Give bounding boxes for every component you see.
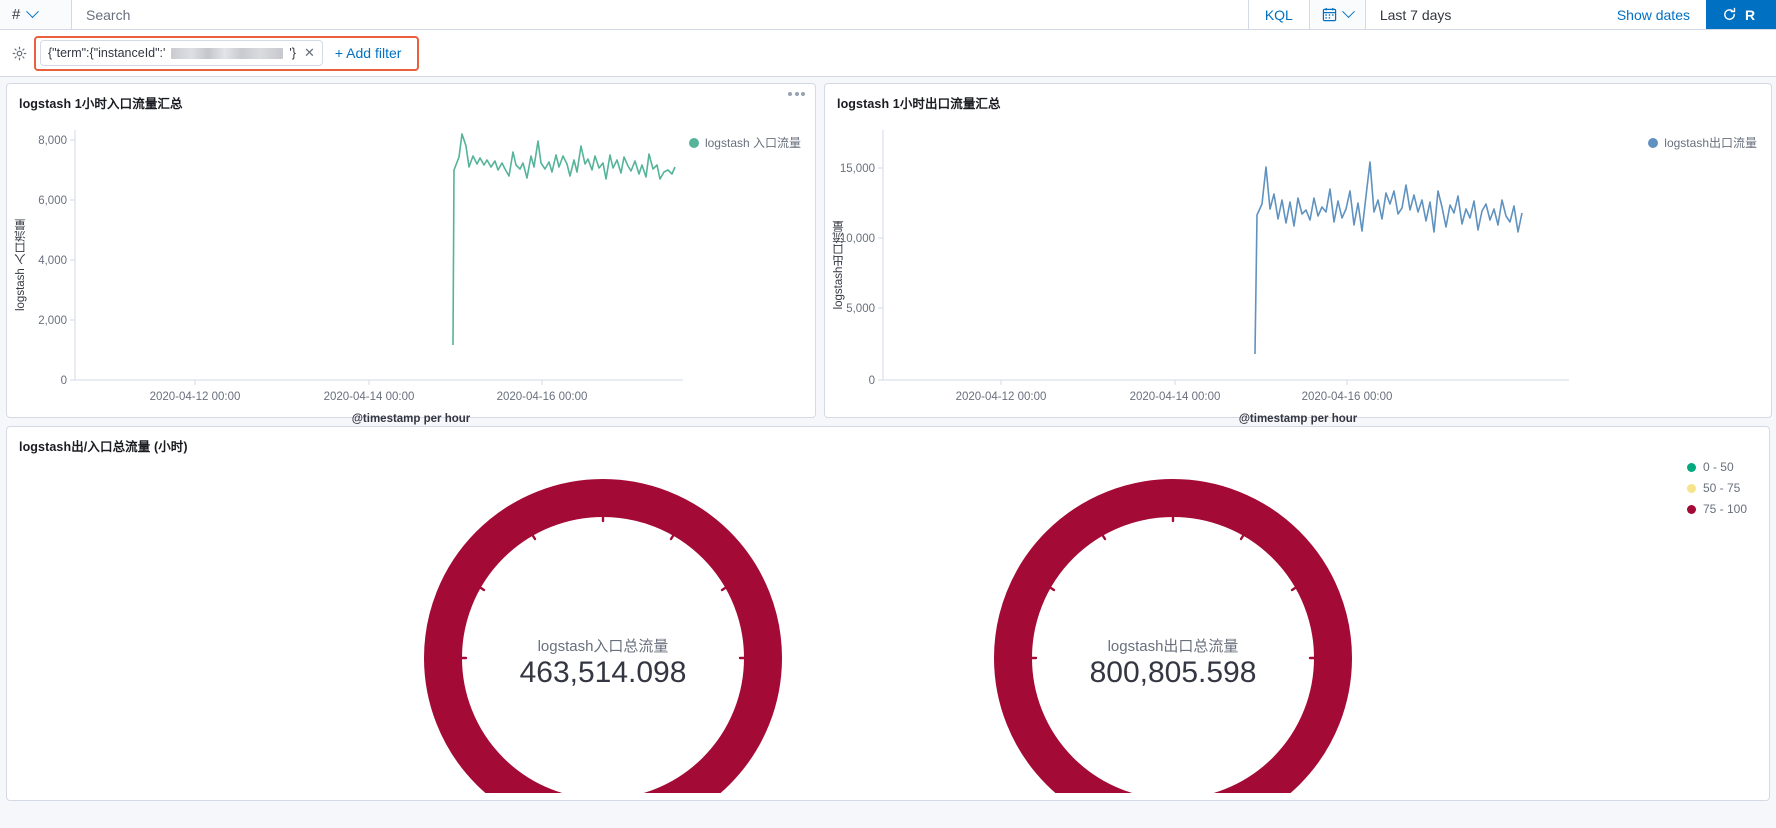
- query-bar: # Search KQL Last 7 days Show dates R: [0, 0, 1776, 30]
- filter-options-button[interactable]: [6, 46, 32, 61]
- svg-text:2020-04-16 00:00: 2020-04-16 00:00: [1302, 391, 1393, 403]
- chart-legend-inbound[interactable]: logstash 入口流量: [688, 134, 801, 151]
- svg-text:2020-04-16 00:00: 2020-04-16 00:00: [497, 391, 588, 403]
- chevron-down-icon: [1341, 5, 1355, 19]
- svg-text:2020-04-12 00:00: 2020-04-12 00:00: [956, 391, 1047, 403]
- show-dates-button[interactable]: Show dates: [1601, 0, 1706, 29]
- gauge-legend-item[interactable]: 75 - 100: [1686, 499, 1747, 520]
- legend-color-dot: [1686, 484, 1696, 493]
- svg-text:4,000: 4,000: [38, 255, 67, 267]
- svg-text:2020-04-14 00:00: 2020-04-14 00:00: [1130, 391, 1221, 403]
- gauge-arc-outbound: [994, 479, 1352, 800]
- chart-inbound: logstash 入口流量 logstash 入口流量 0 2,000 4,00…: [7, 112, 815, 425]
- filter-highlight-box: {"term":{"instanceId":' '} ✕ + Add filte…: [34, 35, 420, 71]
- data-view-selector[interactable]: #: [0, 0, 72, 29]
- panel-title: logstash出/入口总流量 (小时): [19, 440, 188, 454]
- gauge-label: logstash入口总流量: [537, 638, 669, 655]
- x-axis-title: @timestamp per hour: [351, 413, 471, 425]
- dashboard-row-1: logstash 1小时入口流量汇总 logstash 入口流量 logstas…: [6, 83, 1772, 516]
- svg-text:0: 0: [869, 375, 875, 387]
- svg-text:2020-04-14 00:00: 2020-04-14 00:00: [324, 391, 415, 403]
- gauge-label: logstash出口总流量: [1107, 638, 1239, 655]
- svg-text:6,000: 6,000: [38, 195, 67, 207]
- panel-logstash-inbound-hourly: logstash 1小时入口流量汇总 logstash 入口流量 logstas…: [6, 83, 816, 516]
- panel-logstash-outbound-hourly: logstash 1小时出口流量汇总 logstash出口流量 logstash…: [824, 83, 1772, 425]
- chevron-down-icon: [26, 5, 40, 19]
- legend-label: logstash出口流量: [1664, 136, 1757, 150]
- gauge-value: 800,805.598: [1089, 656, 1257, 689]
- y-axis-title: logstash 入口流量: [15, 218, 27, 311]
- add-filter-button[interactable]: + Add filter: [323, 45, 414, 61]
- refresh-label: R: [1745, 6, 1756, 23]
- chart-svg-outbound: 0 5,000 10,000 15,000 2020-04-12 00:00 2…: [840, 130, 1569, 403]
- search-input[interactable]: Search: [72, 0, 1248, 29]
- x-axis-title: @timestamp per hour: [1238, 413, 1358, 425]
- gear-icon: [12, 46, 26, 60]
- legend-color-dot: [1648, 137, 1659, 148]
- svg-text:8,000: 8,000: [38, 135, 67, 147]
- filter-pill-prefix: {"term":{"instanceId":': [48, 46, 166, 60]
- svg-text:2,000: 2,000: [38, 315, 67, 327]
- legend-label: 50 - 75: [1702, 481, 1741, 495]
- date-quick-select-button[interactable]: [1309, 0, 1366, 29]
- legend-label: logstash 入口流量: [704, 136, 801, 150]
- svg-text:0: 0: [61, 375, 67, 387]
- filter-pill-redacted-value: [171, 47, 284, 59]
- y-axis-title: logstash出口流量: [833, 220, 845, 309]
- legend-color-dot: [1686, 505, 1696, 514]
- filter-pill[interactable]: {"term":{"instanceId":' '} ✕: [40, 40, 323, 66]
- svg-text:15,000: 15,000: [840, 163, 875, 175]
- svg-text:5,000: 5,000: [846, 303, 875, 315]
- gauge-inbound-total: logstash入口总流量 463,514.098: [408, 463, 798, 800]
- chart-outbound: logstash出口流量 logstash出口流量 0 5,000 10,000…: [825, 112, 1771, 425]
- gauge-arc-inbound: [424, 479, 782, 800]
- gauge-legend-item[interactable]: 0 - 50: [1686, 457, 1747, 478]
- svg-text:2020-04-12 00:00: 2020-04-12 00:00: [150, 391, 241, 403]
- search-placeholder: Search: [86, 6, 131, 23]
- refresh-icon: [1724, 7, 1736, 20]
- refresh-button[interactable]: R: [1706, 0, 1776, 29]
- filter-pill-suffix: '}: [289, 46, 296, 60]
- chart-svg-inbound: 0 2,000 4,000 6,000 8,000 2020-04-12 00:…: [38, 130, 683, 403]
- legend-color-dot: [1686, 463, 1696, 472]
- panel-context-menu-icon[interactable]: [788, 92, 805, 96]
- chart-legend-outbound[interactable]: logstash出口流量: [1648, 134, 1757, 151]
- filter-bar: {"term":{"instanceId":' '} ✕ + Add filte…: [0, 30, 1776, 77]
- gauge-outbound-total: logstash出口总流量 800,805.598: [978, 463, 1368, 800]
- gauge-container: logstash入口总流量 463,514.098 logstash出口总流量 …: [7, 455, 1769, 800]
- gauge-value: 463,514.098: [519, 656, 687, 689]
- number-field-icon: #: [12, 6, 21, 23]
- legend-color-dot: [688, 137, 699, 148]
- panel-title: logstash 1小时出口流量汇总: [837, 97, 1001, 111]
- calendar-icon: [1322, 7, 1337, 22]
- query-language-button[interactable]: KQL: [1247, 0, 1309, 29]
- close-icon[interactable]: ✕: [302, 45, 315, 61]
- dashboard-grid: logstash 1小时入口流量汇总 logstash 入口流量 logstas…: [0, 77, 1776, 801]
- legend-label: 0 - 50: [1702, 460, 1734, 474]
- date-range-display[interactable]: Last 7 days: [1366, 0, 1601, 29]
- panel-logstash-total-traffic: logstash出/入口总流量 (小时) 0 - 50 50 - 75 75 -…: [6, 426, 1770, 801]
- gauge-legend-item[interactable]: 50 - 75: [1686, 478, 1747, 499]
- gauge-legend[interactable]: 0 - 50 50 - 75 75 - 100: [1686, 457, 1747, 520]
- date-picker-group: Last 7 days Show dates: [1308, 0, 1706, 29]
- legend-label: 75 - 100: [1702, 502, 1747, 516]
- panel-title: logstash 1小时入口流量汇总: [19, 97, 183, 111]
